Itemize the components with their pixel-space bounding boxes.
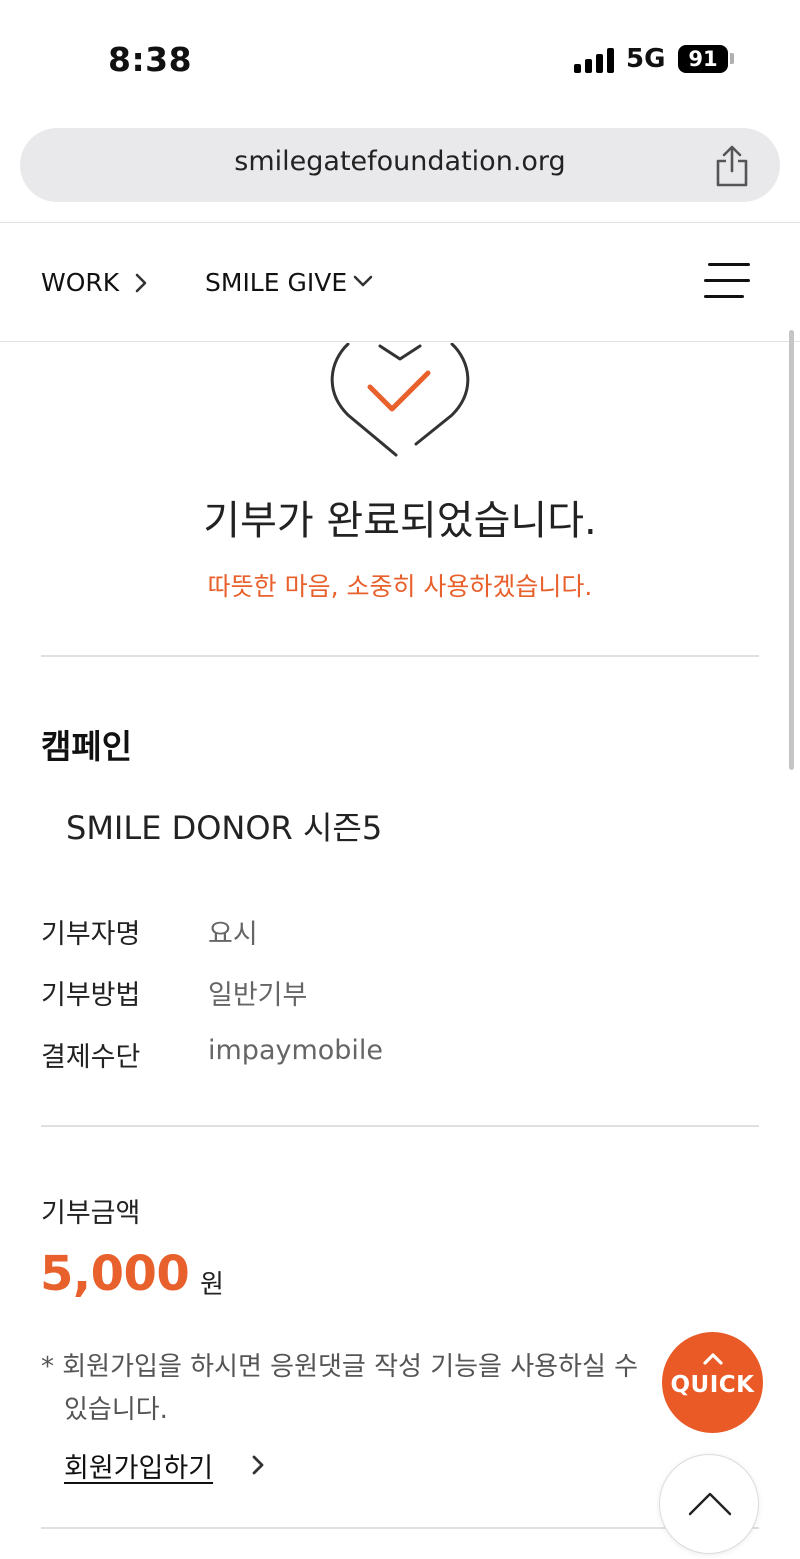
network-type: 5G [626,44,666,74]
breadcrumb-work[interactable]: WORK [41,268,119,297]
info-key: 기부방법 [41,980,141,1011]
chevron-up-icon [703,1353,723,1365]
info-value: 요시 [208,919,258,950]
signup-notice-line-2: 있습니다. [64,1395,168,1425]
divider [41,1527,759,1529]
battery-icon: 91 [678,45,728,73]
amount-unit: 원 [200,1270,224,1300]
breadcrumb-smile-give[interactable]: SMILE GIVE [205,268,347,297]
info-value: impaymobile [208,1035,384,1066]
scrollbar[interactable] [789,330,794,770]
amount-label: 기부금액 [41,1198,141,1229]
status-bar: 8:38 5G 91 [0,0,800,120]
divider [41,655,759,657]
amount-value: 5,000 [40,1246,190,1302]
heart-check-icon [330,343,470,457]
url-text[interactable]: smilegatefoundation.org [20,146,780,177]
quick-button[interactable]: QUICK [662,1332,763,1433]
info-value: 일반기부 [208,980,308,1011]
info-key: 기부자명 [41,919,141,950]
share-icon[interactable] [712,144,752,188]
info-key: 결제수단 [41,1042,141,1073]
hamburger-menu-icon[interactable] [704,261,750,301]
signup-notice-line-1: * 회원가입을 하시면 응원댓글 작성 기능을 사용하실 수 [41,1352,639,1382]
signup-link[interactable]: 회원가입하기 [64,1446,213,1485]
site-nav: WORK SMILE GIVE [0,222,800,342]
battery-tip [730,53,734,64]
status-time: 8:38 [108,40,193,79]
divider [41,1125,759,1127]
address-bar[interactable]: smilegatefoundation.org [20,128,780,202]
completion-title: 기부가 완료되었습니다. [203,498,597,544]
chevron-right-icon[interactable] [250,1454,266,1476]
page: 8:38 5G 91 smilegatefoundation.org WORK … [0,0,800,1559]
campaign-name: SMILE DONOR 시즌5 [66,809,383,847]
scroll-to-top-button[interactable] [659,1454,759,1554]
signal-strength-icon [574,47,616,73]
chevron-right-icon [135,273,147,293]
campaign-label: 캠페인 [41,727,133,766]
chevron-up-icon [688,1492,732,1516]
quick-label: QUICK [670,1372,755,1398]
chevron-down-icon[interactable] [352,273,374,291]
completion-subtitle: 따뜻한 마음, 소중히 사용하겠습니다. [207,572,593,601]
